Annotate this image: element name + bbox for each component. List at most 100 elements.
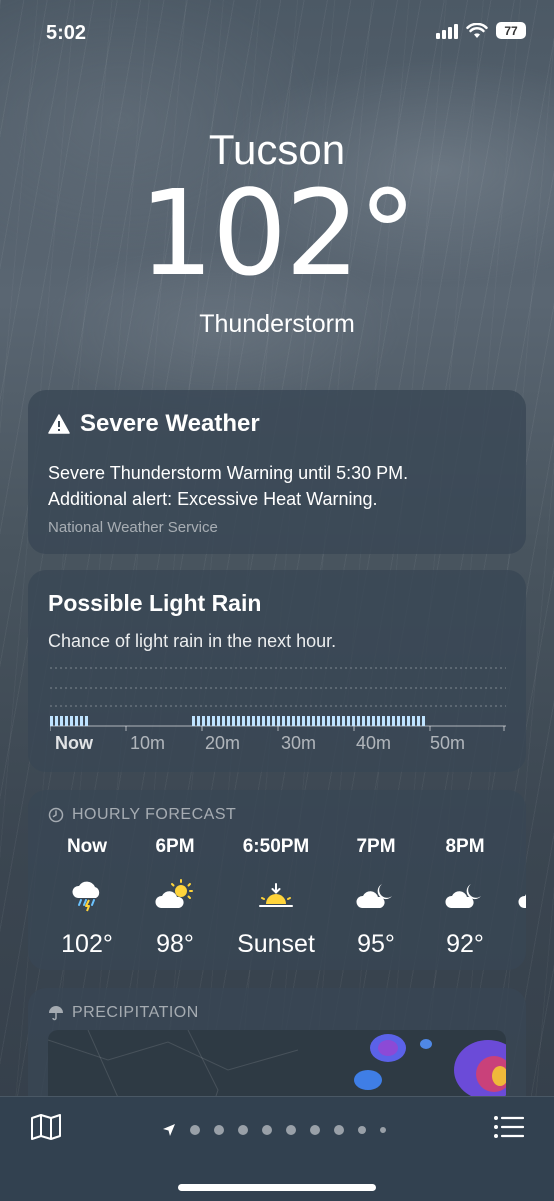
warning-icon [48,414,70,434]
hour-item: Now 102° [46,836,128,959]
rain-bar [407,716,410,726]
rain-bar [397,716,400,726]
alert-line-1: Severe Thunderstorm Warning until 5:30 P… [48,463,409,483]
rain-bar [257,716,260,726]
partly-cloudy-night-icon [518,894,526,908]
hour-item: 8PM 92° [422,836,508,959]
rain-bar [50,716,53,726]
rain-bar [422,716,425,726]
rain-bar [377,716,380,726]
rain-bar [237,716,240,726]
rain-bar [277,716,280,726]
sunset-icon [259,883,293,907]
battery-icon: 77 [496,22,526,39]
severe-weather-card[interactable]: Severe Weather Severe Thunderstorm Warni… [28,390,526,554]
rain-bar [292,716,295,726]
rain-bar [392,716,395,726]
rain-bar [197,716,200,726]
page-dot [214,1125,224,1135]
hour-time: 6:50PM [242,836,310,857]
map-icon[interactable] [30,1113,62,1141]
rain-bar [367,716,370,726]
rain-bar [217,716,220,726]
partly-sunny-icon [155,879,193,908]
rain-bar [327,716,330,726]
location-arrow-icon [163,1124,175,1136]
rain-bar [80,716,83,726]
rain-bar [232,716,235,726]
hour-time: 7PM [356,836,396,857]
rain-bar [297,716,300,726]
severe-weather-body: Severe Thunderstorm Warning until 5:30 P… [48,460,506,512]
clock-icon [48,807,64,823]
axis-label-now: Now [55,733,94,753]
rain-bar [387,716,390,726]
hour-time: 6PM [155,836,195,857]
rain-bar [342,716,345,726]
rain-bar [262,716,265,726]
rain-bar [202,716,205,726]
rain-bar [282,716,285,726]
rain-bar [332,716,335,726]
rain-bar [60,716,63,726]
rain-bar [247,716,250,726]
hourly-forecast-card[interactable]: HOURLY FORECAST Now 102° 6PM 98° 6:50PM … [28,790,526,970]
rain-bar [372,716,375,726]
rain-bar [192,716,195,726]
page-dot [334,1125,344,1135]
rain-bar [412,716,415,726]
rain-bar [242,716,245,726]
hour-time: Now [66,836,108,857]
rain-card-title: Possible Light Rain [48,590,262,616]
partly-cloudy-night-icon [445,884,481,908]
hour-item: 6PM 98° [128,836,222,959]
rain-bar [402,716,405,726]
list-icon[interactable] [494,1115,524,1139]
rain-bar [252,716,255,726]
status-time: 5:02 [46,22,87,44]
hourly-forecast-header: HOURLY FORECAST [48,806,506,824]
hour-value: 9 [508,930,526,959]
rain-bar [382,716,385,726]
rain-card-subtitle: Chance of light rain in the next hour. [48,631,337,651]
partly-cloudy-night-icon [356,884,392,908]
page-dot [286,1125,296,1135]
hour-time: 9 [508,836,526,862]
rain-bar [212,716,215,726]
rain-bar [322,716,325,726]
rain-bar [287,716,290,726]
thunderstorm-icon [72,881,100,912]
rain-bar [317,716,320,726]
umbrella-icon [49,1006,63,1021]
hour-value: 92° [446,930,484,958]
hour-item: 9 9 [508,836,526,959]
page-dot [380,1127,386,1133]
alert-source: National Weather Service [48,519,218,536]
next-hour-precipitation-card[interactable]: Possible Light Rain Chance of light rain… [28,570,526,772]
rain-bar [302,716,305,726]
alert-line-2: Additional alert: Excessive Heat Warning… [48,489,378,509]
cellular-signal-icon [436,23,458,39]
hourly-forecast-label: HOURLY FORECAST [72,806,237,823]
page-dot [262,1125,272,1135]
current-condition: Thunderstorm [199,310,355,338]
axis-label-20m: 20m [205,733,240,753]
wifi-icon [466,22,488,38]
rain-bar [307,716,310,726]
page-dot [310,1125,320,1135]
hour-value: Sunset [237,930,315,958]
hourly-scroll[interactable]: Now 102° 6PM 98° 6:50PM Sunset 7PM 95° 8… [46,836,526,959]
axis-label-50m: 50m [430,733,465,753]
rain-bar [362,716,365,726]
rain-bar [85,716,88,726]
status-icons: 77 [436,22,526,39]
severe-weather-header: Severe Weather [48,410,506,438]
hour-value: 95° [357,930,395,958]
chart-ticks [50,726,505,731]
rain-bar [347,716,350,726]
rain-bar [55,716,58,726]
page-indicator[interactable] [162,1123,386,1137]
rain-bar [65,716,68,726]
rain-bar [312,716,315,726]
hour-item: 6:50PM Sunset [222,836,330,959]
